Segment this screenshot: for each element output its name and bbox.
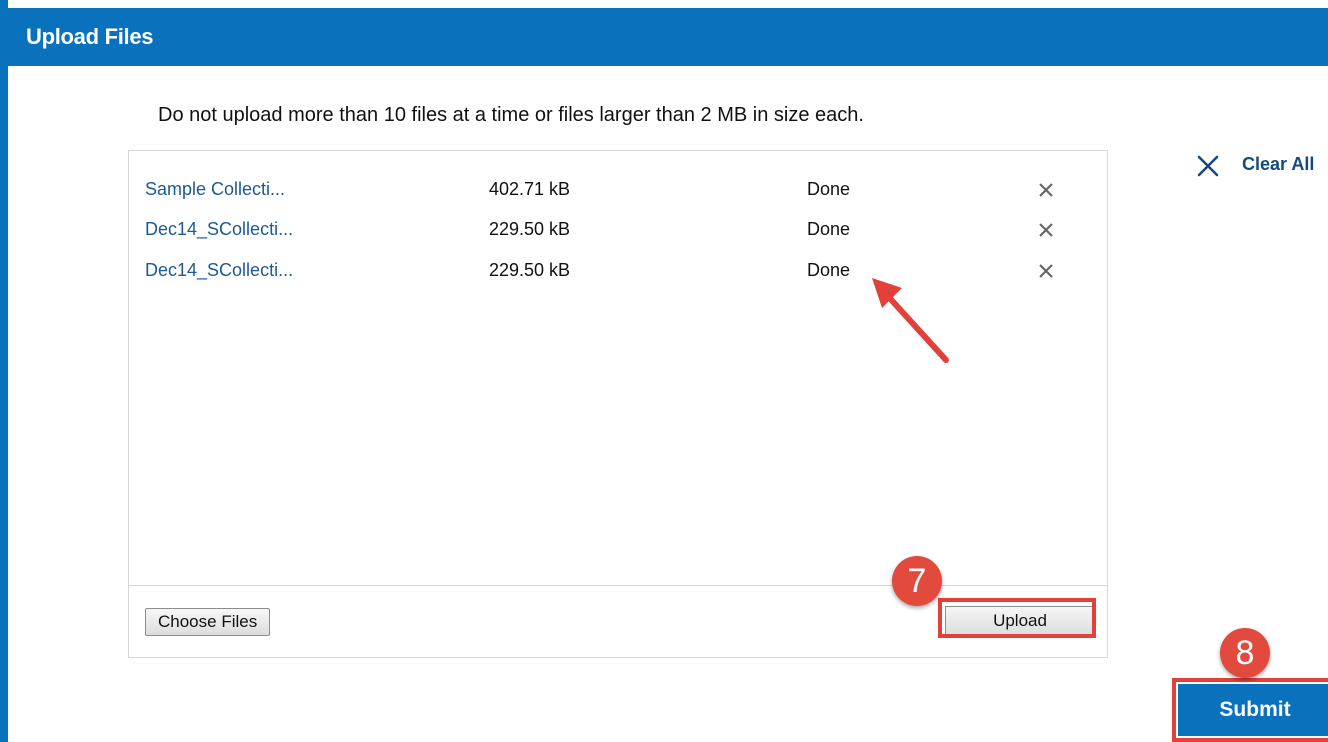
file-name-link[interactable]: Dec14_SCollecti... [145, 219, 293, 240]
remove-icon [1039, 223, 1053, 237]
remove-file-button[interactable] [1037, 181, 1057, 201]
file-row: Sample Collecti... 402.71 kB Done [129, 171, 1107, 209]
file-panel-footer: Choose Files Upload [129, 585, 1107, 657]
close-icon [1197, 155, 1219, 177]
file-size: 402.71 kB [489, 179, 571, 199]
step-badge-submit: 8 [1220, 628, 1270, 678]
dialog-title: Upload Files [26, 24, 154, 49]
clear-all-label: Clear All [1242, 154, 1315, 174]
file-row: Dec14_SCollecti... 229.50 kB Done [129, 211, 1107, 249]
step-badge-upload: 7 [892, 556, 942, 606]
file-status: Done [807, 219, 851, 239]
file-name-link[interactable]: Dec14_SCollecti... [145, 260, 293, 281]
upload-files-dialog: Upload Files Do not upload more than 10 … [0, 0, 1328, 742]
top-margin [8, 0, 1328, 8]
file-status: Done [807, 179, 851, 199]
dialog-title-bar: Upload Files [8, 8, 1328, 66]
remove-icon [1039, 264, 1053, 278]
remove-icon [1039, 183, 1053, 197]
file-size: 229.50 kB [489, 219, 571, 239]
choose-files-button[interactable]: Choose Files [145, 608, 271, 636]
submit-button[interactable]: Submit [1178, 684, 1328, 736]
upload-limit-notice: Do not upload more than 10 files at a ti… [158, 104, 864, 126]
file-size: 229.50 kB [489, 260, 571, 280]
clear-all-button[interactable]: Clear All [1196, 150, 1326, 182]
remove-file-button[interactable] [1037, 262, 1057, 282]
file-name-link[interactable]: Sample Collecti... [145, 179, 285, 200]
file-list: Sample Collecti... 402.71 kB Done Dec14_… [129, 151, 1107, 585]
file-status: Done [807, 260, 851, 280]
upload-button[interactable]: Upload [945, 606, 1095, 636]
remove-file-button[interactable] [1037, 221, 1057, 241]
file-list-panel: Sample Collecti... 402.71 kB Done Dec14_… [128, 150, 1108, 658]
file-row: Dec14_SCollecti... 229.50 kB Done [129, 252, 1107, 290]
